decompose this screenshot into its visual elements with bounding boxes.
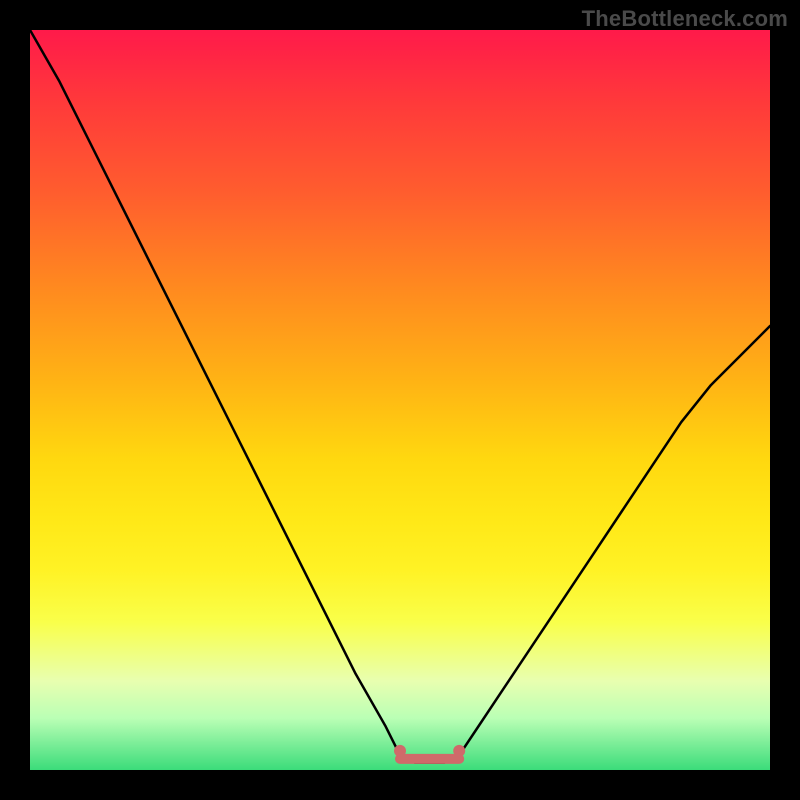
chart-frame: TheBottleneck.com (0, 0, 800, 800)
optimal-range-start-dot (394, 745, 406, 757)
plot-area (30, 30, 770, 770)
bottleneck-curve (30, 30, 770, 770)
optimal-range-end-dot (453, 745, 465, 757)
curve-path (30, 30, 770, 763)
watermark-text: TheBottleneck.com (582, 6, 788, 32)
